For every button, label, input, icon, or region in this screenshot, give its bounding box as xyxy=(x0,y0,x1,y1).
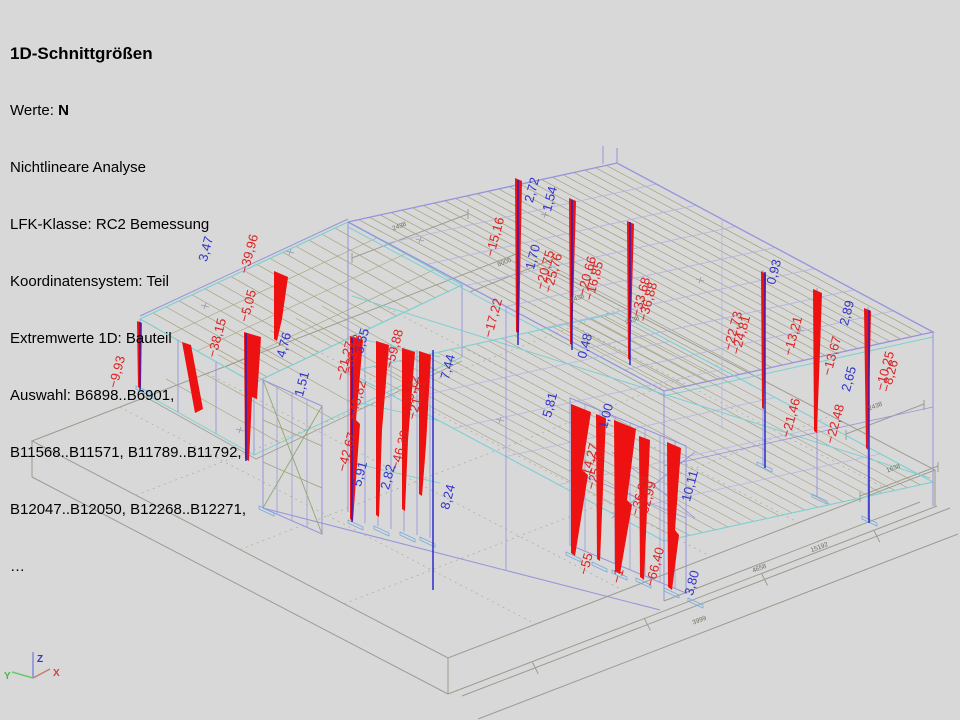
force-value-label: −21,46 xyxy=(778,397,803,440)
dimension-label: 6000 xyxy=(496,257,512,269)
force-value-label: 10,11 xyxy=(678,469,701,503)
werte-label: Werte: xyxy=(10,102,58,119)
force-value-label: 0,93 xyxy=(763,258,784,286)
cad-viewport-window: 1D-Schnittgrößen Werte: N Nichtlineare A… xyxy=(0,0,960,720)
info-line: B11568..B11571, B11789..B11792, xyxy=(10,443,246,462)
y-axis-line xyxy=(12,672,33,678)
werte-value: N xyxy=(58,102,69,119)
x-axis-line xyxy=(33,669,50,678)
force-value-label: 0,48 xyxy=(574,332,595,360)
info-line: Nichtlineare Analyse xyxy=(10,158,246,177)
info-line: B12047..B12050, B12268..B12271, xyxy=(10,500,246,519)
info-line: Extremwerte 1D: Bauteil xyxy=(10,329,246,348)
force-value-label: −22,48 xyxy=(822,403,847,446)
force-value-label: 8,24 xyxy=(437,483,458,511)
x-axis-label: X xyxy=(53,668,60,679)
force-value-label: 7,44 xyxy=(437,353,458,381)
force-value-label: −1 xyxy=(608,567,626,585)
force-value-label: 2,72 xyxy=(521,176,542,204)
coordinate-axes-icon: Z X Y xyxy=(4,652,60,682)
info-line: Auswahl: B6898..B6901, xyxy=(10,386,246,405)
info-line: … xyxy=(10,557,246,576)
force-value-label: −13,67 xyxy=(819,335,844,378)
dimension-label: 3999 xyxy=(691,615,707,627)
force-value-label: 3,80 xyxy=(681,569,702,597)
force-value-label: −66,40 xyxy=(642,546,667,589)
result-info-panel: 1D-Schnittgrößen Werte: N Nichtlineare A… xyxy=(10,6,246,614)
force-value-label: −55 xyxy=(576,551,596,576)
info-line: LFK-Klasse: RC2 Bemessung xyxy=(10,215,246,234)
force-value-label: 1,54 xyxy=(539,185,560,213)
dimension-label: 15192 xyxy=(810,541,830,554)
force-value-label: 1,51 xyxy=(291,370,312,398)
force-value-label: 2,65 xyxy=(838,365,859,393)
y-axis-label: Y xyxy=(4,671,11,682)
info-line: Koordinatensystem: Teil xyxy=(10,272,246,291)
werte-line: Werte: N xyxy=(10,101,246,120)
force-value-label: 5,81 xyxy=(539,391,560,419)
panel-title: 1D-Schnittgrößen xyxy=(10,44,246,63)
force-value-label: 2,89 xyxy=(836,299,857,327)
dimension-label: 4658 xyxy=(751,563,767,575)
z-axis-label: Z xyxy=(37,654,43,665)
force-value-label: −17,22 xyxy=(480,297,505,340)
dimension-label: 2438 xyxy=(867,401,883,413)
